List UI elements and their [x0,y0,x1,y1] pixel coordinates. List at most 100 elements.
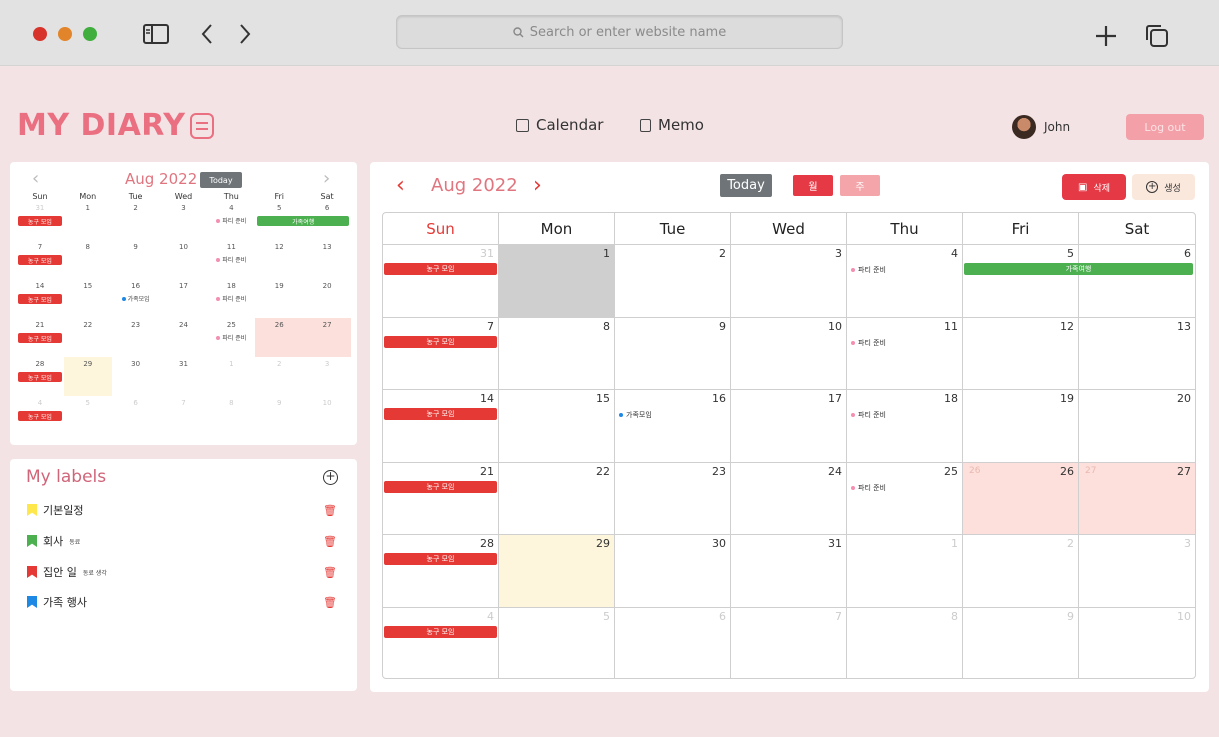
mini-event-basketball[interactable]: 농구 모임 [18,411,62,421]
mini-day[interactable]: 16 가족모임 [112,279,160,318]
mini-day[interactable]: 5 가족여행 [255,201,350,240]
day-cell[interactable]: 2 [615,245,731,317]
day-cell[interactable]: 11 파티 준비 [847,317,963,389]
tabs-overview-icon[interactable] [1144,23,1170,53]
day-cell[interactable]: 6 [615,607,731,678]
mini-day[interactable]: 23 [112,318,160,357]
mini-day[interactable]: 12 [255,240,303,279]
mini-day[interactable]: 11 파티 준비 [207,240,255,279]
mini-day[interactable]: 3 [303,357,351,396]
mini-day[interactable]: 7 농구 모임 [16,240,64,279]
day-cell[interactable]: 10 [1079,608,1195,679]
mini-day[interactable]: 17 [160,279,208,318]
day-cell[interactable]: 21 농구 모임 [383,462,499,534]
event-basketball[interactable]: 농구 모임 [384,263,497,275]
day-cell[interactable]: 7 [731,607,847,678]
day-cell[interactable]: 4 농구 모임 [383,607,499,678]
day-cell[interactable]: 31 [731,535,847,607]
app-logo[interactable]: MY DIARY [17,108,214,143]
mini-event-basketball[interactable]: 농구 모임 [18,294,62,304]
mini-day[interactable]: 21 농구 모임 [16,318,64,357]
nav-memo[interactable]: Memo [640,116,704,134]
event-basketball[interactable]: 농구 모임 [384,408,497,420]
minimize-window-button[interactable] [58,27,72,41]
day-cell[interactable]: 23 [615,462,731,534]
mini-day[interactable]: 3 [160,201,208,240]
day-cell[interactable]: 17 [731,390,847,462]
mini-event-party[interactable]: 파티 준비 [207,294,255,303]
next-month-chevron-icon[interactable]: › [533,174,542,198]
close-window-button[interactable] [33,27,47,41]
event-family-trip[interactable]: 가족여행 [964,263,1193,275]
event-basketball[interactable]: 농구 모임 [384,553,497,565]
day-cell[interactable]: 12 [963,317,1079,389]
event-basketball[interactable]: 농구 모임 [384,335,497,348]
day-cell[interactable]: 14 농구 모임 [383,390,499,462]
mini-day[interactable]: 24 [160,318,208,357]
new-tab-plus-icon[interactable] [1094,24,1118,52]
label-item[interactable]: 기본일정 🗑 [27,502,337,518]
mini-next-icon[interactable]: › [323,170,330,188]
day-cell[interactable]: 1 [499,245,615,317]
prev-month-chevron-icon[interactable]: ‹ [396,174,405,198]
day-cell[interactable]: 15 [499,390,615,462]
month-view-button[interactable]: 월 [793,175,833,196]
day-cell[interactable]: 20 [1079,390,1195,462]
create-button[interactable]: + 생성 [1132,174,1195,200]
logout-button[interactable]: Log out [1126,114,1204,140]
mini-day[interactable]: 2 [112,201,160,240]
mini-event-basketball[interactable]: 농구 모임 [18,372,62,382]
trash-icon[interactable]: 🗑 [323,504,337,517]
mini-day[interactable]: 26 [255,318,304,357]
day-cell[interactable]: 5 [499,607,615,678]
mini-event-party[interactable]: 파티 준비 [207,255,255,264]
mini-day[interactable]: 1 [64,201,112,240]
day-cell[interactable]: 30 [615,535,731,607]
mini-day[interactable]: 14 농구 모임 [16,279,64,318]
user-profile[interactable]: John [1012,115,1070,139]
mini-day[interactable]: 18 파티 준비 [207,279,255,318]
day-cell[interactable]: 28 농구 모임 [383,535,499,607]
event-basketball[interactable]: 농구 모임 [384,625,497,638]
day-cell[interactable]: 22 [499,462,615,534]
event-party[interactable]: 파티 준비 [851,338,886,348]
nav-calendar[interactable]: Calendar [516,116,603,134]
mini-event-family-meet[interactable]: 가족모임 [112,294,160,303]
mini-day[interactable]: 10 [160,240,208,279]
mini-day[interactable]: 9 [255,396,303,435]
day-cell[interactable]: 18 파티 준비 [847,390,963,462]
today-button[interactable]: Today [720,174,772,197]
mini-day[interactable]: 8 [64,240,112,279]
day-cell[interactable]: 16 가족모임 [615,390,731,462]
mini-day[interactable]: 22 [64,318,112,357]
day-cell[interactable]: 10 [731,317,847,389]
day-cell[interactable]: 26 26 [963,462,1079,534]
label-item[interactable]: 집안 일 동료 생각 🗑 [27,564,337,580]
mini-event-party[interactable]: 파티 준비 [207,333,255,342]
trash-icon[interactable]: 🗑 [323,535,337,548]
day-cell[interactable]: 8 [499,317,615,389]
day-cell[interactable]: 5 가족여행 [963,245,1193,317]
mini-event-basketball[interactable]: 농구 모임 [18,333,62,343]
mini-day[interactable]: 31 농구 모임 [16,201,64,240]
day-cell[interactable]: 31 농구 모임 [383,245,499,317]
back-arrow-icon[interactable] [200,23,214,49]
mini-event-party[interactable]: 파티 준비 [207,216,255,225]
mini-day[interactable]: 31 [160,357,208,396]
mini-day[interactable]: 30 [112,357,160,396]
sidebar-toggle-icon[interactable] [143,24,169,48]
day-cell[interactable]: 3 [731,245,847,317]
add-label-plus-icon[interactable]: + [323,470,338,485]
mini-event-basketball[interactable]: 농구 모임 [18,216,62,226]
delete-button[interactable]: ▣ 삭제 [1062,174,1126,200]
event-basketball[interactable]: 농구 모임 [384,480,497,493]
label-item[interactable]: 회사 동료 🗑 [27,533,337,549]
mini-day[interactable]: 20 [303,279,351,318]
trash-icon[interactable]: 🗑 [323,566,337,579]
mini-day[interactable]: 9 [112,240,160,279]
day-cell[interactable]: 29 [499,535,615,607]
trash-icon[interactable]: 🗑 [323,596,337,609]
day-cell[interactable]: 19 [963,390,1079,462]
mini-day[interactable]: 4 농구 모임 [16,396,64,435]
event-family-meet[interactable]: 가족모임 [619,410,652,420]
